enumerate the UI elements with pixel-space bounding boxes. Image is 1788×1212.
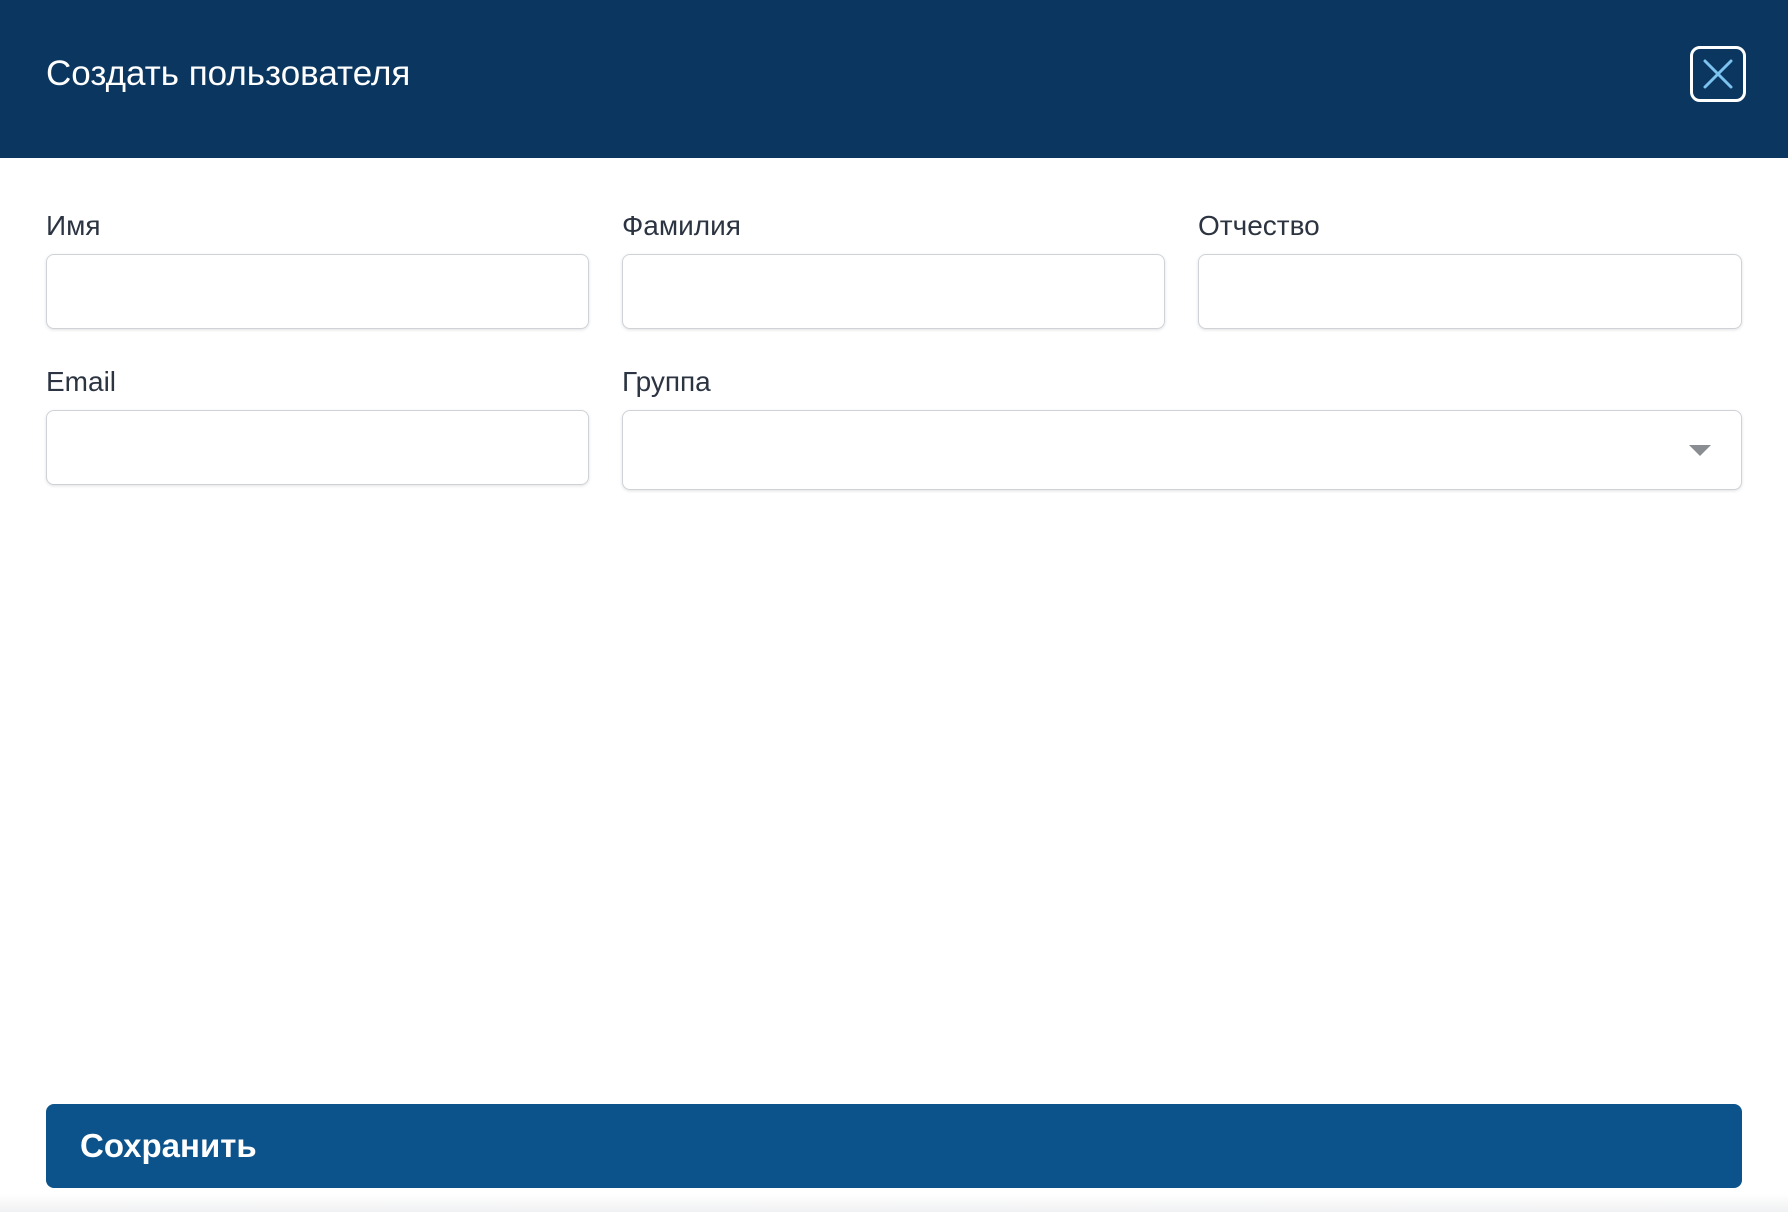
email-label: Email	[46, 366, 117, 397]
close-button[interactable]	[1690, 46, 1746, 102]
group-select[interactable]	[622, 410, 1742, 490]
modal-header: Создать пользователя	[0, 0, 1788, 158]
last-name-label: Фамилия	[622, 210, 741, 241]
last-name-input[interactable]	[622, 254, 1165, 329]
modal-title: Создать пользователя	[46, 54, 411, 93]
first-name-label: Имя	[46, 210, 101, 241]
email-field[interactable]	[46, 410, 589, 485]
first-name-input[interactable]	[46, 254, 589, 329]
middle-name-input[interactable]	[1198, 254, 1742, 329]
modal-bottom-shadow	[0, 1194, 1788, 1212]
save-button[interactable]: Сохранить	[46, 1104, 1742, 1188]
group-label: Группа	[622, 366, 711, 397]
close-icon	[1703, 59, 1733, 89]
create-user-modal: Создать пользователя Имя Фамилия Отчеств…	[0, 0, 1788, 1212]
middle-name-label: Отчество	[1198, 210, 1320, 241]
chevron-down-icon	[1689, 445, 1711, 456]
